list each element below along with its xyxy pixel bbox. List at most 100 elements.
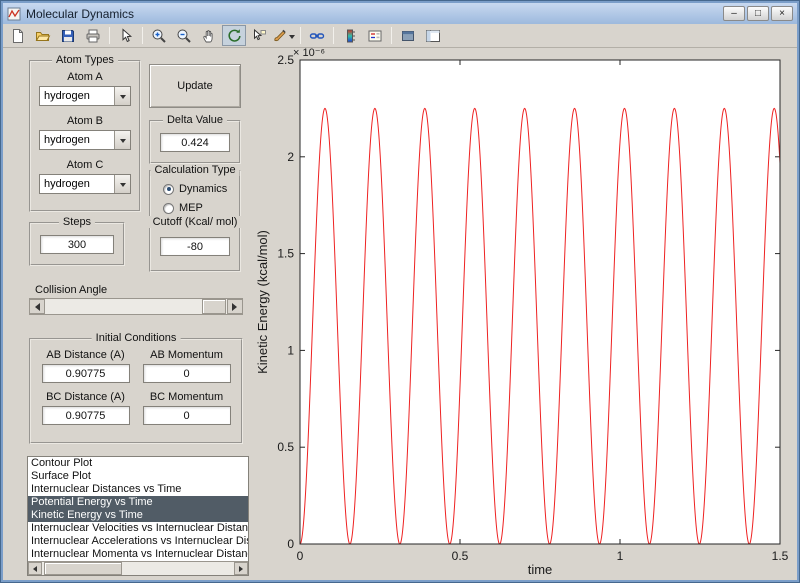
list-item[interactable]: Internuclear Accelerations vs Internucle… [28, 535, 248, 548]
figure-client-area: Atom Types Atom Ahydrogen Atom Bhydrogen A… [3, 48, 797, 580]
plot-type-listbox[interactable]: Contour Plot Surface Plot Internuclear Dis… [27, 456, 249, 576]
cutoff-panel: Cutoff (Kcal/ mol) [148, 216, 242, 272]
list-item[interactable]: Internuclear Distances vs Time [28, 483, 248, 496]
new-figure-button[interactable] [6, 25, 30, 46]
initial-conditions-title: Initial Conditions [91, 332, 181, 344]
window-title: Molecular Dynamics [26, 6, 135, 21]
axes-background[interactable] [300, 60, 780, 544]
close-button[interactable]: × [771, 6, 793, 21]
collision-angle-slider[interactable] [29, 298, 243, 315]
open-file-button[interactable] [31, 25, 55, 46]
chevron-down-icon [119, 95, 126, 102]
pan-icon [201, 28, 217, 44]
insert-colorbar-button[interactable] [338, 25, 362, 46]
calculation-type-title: Calculation Type [150, 164, 240, 176]
bc-momentum-input[interactable] [142, 406, 231, 425]
atom-rows: Atom A hydrogen Atom B hydrogen Atom C hydrog… [31, 62, 139, 194]
ab-distance-a-cell: AB Distance (A) [39, 349, 132, 383]
slider-left-arrow-button[interactable] [29, 299, 45, 314]
chevron-down-icon [119, 139, 126, 146]
radio-icon [163, 183, 174, 195]
hide-plot-tools-button[interactable] [396, 25, 420, 46]
list-item[interactable]: Internuclear Velocities vs Internuclear … [28, 522, 248, 535]
bc-momentum-label: BC Momentum [149, 391, 224, 403]
atom-b-dropdown[interactable]: hydrogen [39, 130, 131, 150]
dynamics-radio-label: Dynamics [179, 183, 228, 195]
insert-legend-button[interactable] [363, 25, 387, 46]
x-tick-label: 0 [297, 549, 304, 563]
list-item[interactable]: Potential Energy vs Time [28, 496, 248, 509]
rotate-3d-button[interactable] [222, 25, 246, 46]
zoom-in-button[interactable] [147, 25, 171, 46]
hscroll-right-button[interactable] [234, 562, 248, 575]
app-window: Molecular Dynamics – □ × Atom Types Atom A… [0, 0, 800, 583]
ab-momentum-input[interactable] [142, 364, 231, 383]
zoom-out-button[interactable] [172, 25, 196, 46]
plot-canvas[interactable]: 0 0.5 1 1.5 0 0.5 1 1.5 2 2.5 × 10⁻⁶ Kinetic Ener… [253, 48, 797, 580]
toolbar-separator [300, 27, 301, 44]
slider-thumb[interactable] [202, 299, 226, 314]
y-axis-label: Kinetic Energy (kcal/mol) [255, 230, 270, 374]
title-bar[interactable]: Molecular Dynamics – □ × [3, 3, 797, 24]
right-arrow-icon [239, 565, 246, 572]
insert-colorbar-icon [342, 28, 358, 44]
print-figure-icon [85, 28, 101, 44]
y-tick-label: 2 [287, 150, 294, 164]
zoom-in-icon [151, 28, 167, 44]
show-plot-tools-icon [425, 28, 441, 44]
link-plot-button[interactable] [305, 25, 329, 46]
print-figure-button[interactable] [81, 25, 105, 46]
atom-a-dropdown[interactable]: hydrogen [39, 86, 131, 106]
list-item[interactable]: Contour Plot [28, 457, 248, 470]
cutoff-input[interactable] [160, 237, 230, 256]
mep-radio[interactable]: MEP [163, 202, 239, 214]
pan-button[interactable] [197, 25, 221, 46]
list-item[interactable]: Kinetic Energy vs Time [28, 509, 248, 522]
y-tick-label: 0 [287, 537, 294, 551]
save-figure-button[interactable] [56, 25, 80, 46]
collision-angle-label: Collision Angle [35, 284, 108, 296]
slider-right-arrow-button[interactable] [227, 299, 243, 314]
delta-value-input[interactable] [160, 133, 230, 152]
atom-a-row: Atom A hydrogen [31, 71, 139, 106]
minimize-button[interactable]: – [723, 6, 745, 21]
window-icon [7, 7, 21, 21]
initial-conditions-panel: Initial Conditions AB Distance (A) AB Mom… [29, 332, 243, 444]
edit-plot-icon [118, 27, 134, 44]
brush-button[interactable] [272, 25, 296, 46]
ab-distance-a-input[interactable] [41, 364, 130, 383]
list-item[interactable]: Surface Plot [28, 470, 248, 483]
plot-type-list-items: Contour Plot Surface Plot Internuclear Dis… [28, 457, 248, 561]
atom-c-dropdown-button[interactable] [114, 175, 130, 193]
atom-b-row: Atom B hydrogen [31, 115, 139, 150]
show-plot-tools-button[interactable] [421, 25, 445, 46]
bc-distance-a-label: BC Distance (A) [46, 391, 125, 403]
bc-distance-a-input[interactable] [41, 406, 130, 425]
zoom-out-icon [176, 28, 192, 44]
atom-b-dropdown-button[interactable] [114, 131, 130, 149]
calc-type-options: Dynamics MEP [151, 172, 239, 214]
atom-a-dropdown-button[interactable] [114, 87, 130, 105]
x-tick-label: 1 [617, 549, 624, 563]
bc-distance-a-cell: BC Distance (A) [39, 391, 132, 425]
toolbar-separator [391, 27, 392, 44]
list-item[interactable]: Internuclear Momenta vs Internuclear Dis… [28, 548, 248, 561]
toolbar [3, 24, 797, 48]
hscroll-thumb[interactable] [44, 562, 122, 575]
window-controls: – □ × [723, 6, 793, 21]
hscroll-left-button[interactable] [28, 562, 42, 575]
atom-c-dropdown[interactable]: hydrogen [39, 174, 131, 194]
init-grid: AB Distance (A) AB Momentum BC Distance (A… [31, 340, 241, 425]
listbox-horizontal-scrollbar[interactable] [28, 561, 248, 575]
edit-plot-button[interactable] [114, 25, 138, 46]
x-tick-label: 0.5 [452, 549, 469, 563]
atom-b-label: Atom B [66, 115, 104, 127]
update-button[interactable]: Update [149, 64, 241, 108]
steps-input[interactable] [40, 235, 114, 254]
maximize-button[interactable]: □ [747, 6, 769, 21]
dynamics-radio[interactable]: Dynamics [163, 183, 239, 195]
x-tick-label: 1.5 [772, 549, 789, 563]
data-cursor-button[interactable] [247, 25, 271, 46]
left-arrow-icon [31, 302, 40, 311]
brush-dropdown-caret[interactable] [289, 35, 295, 42]
